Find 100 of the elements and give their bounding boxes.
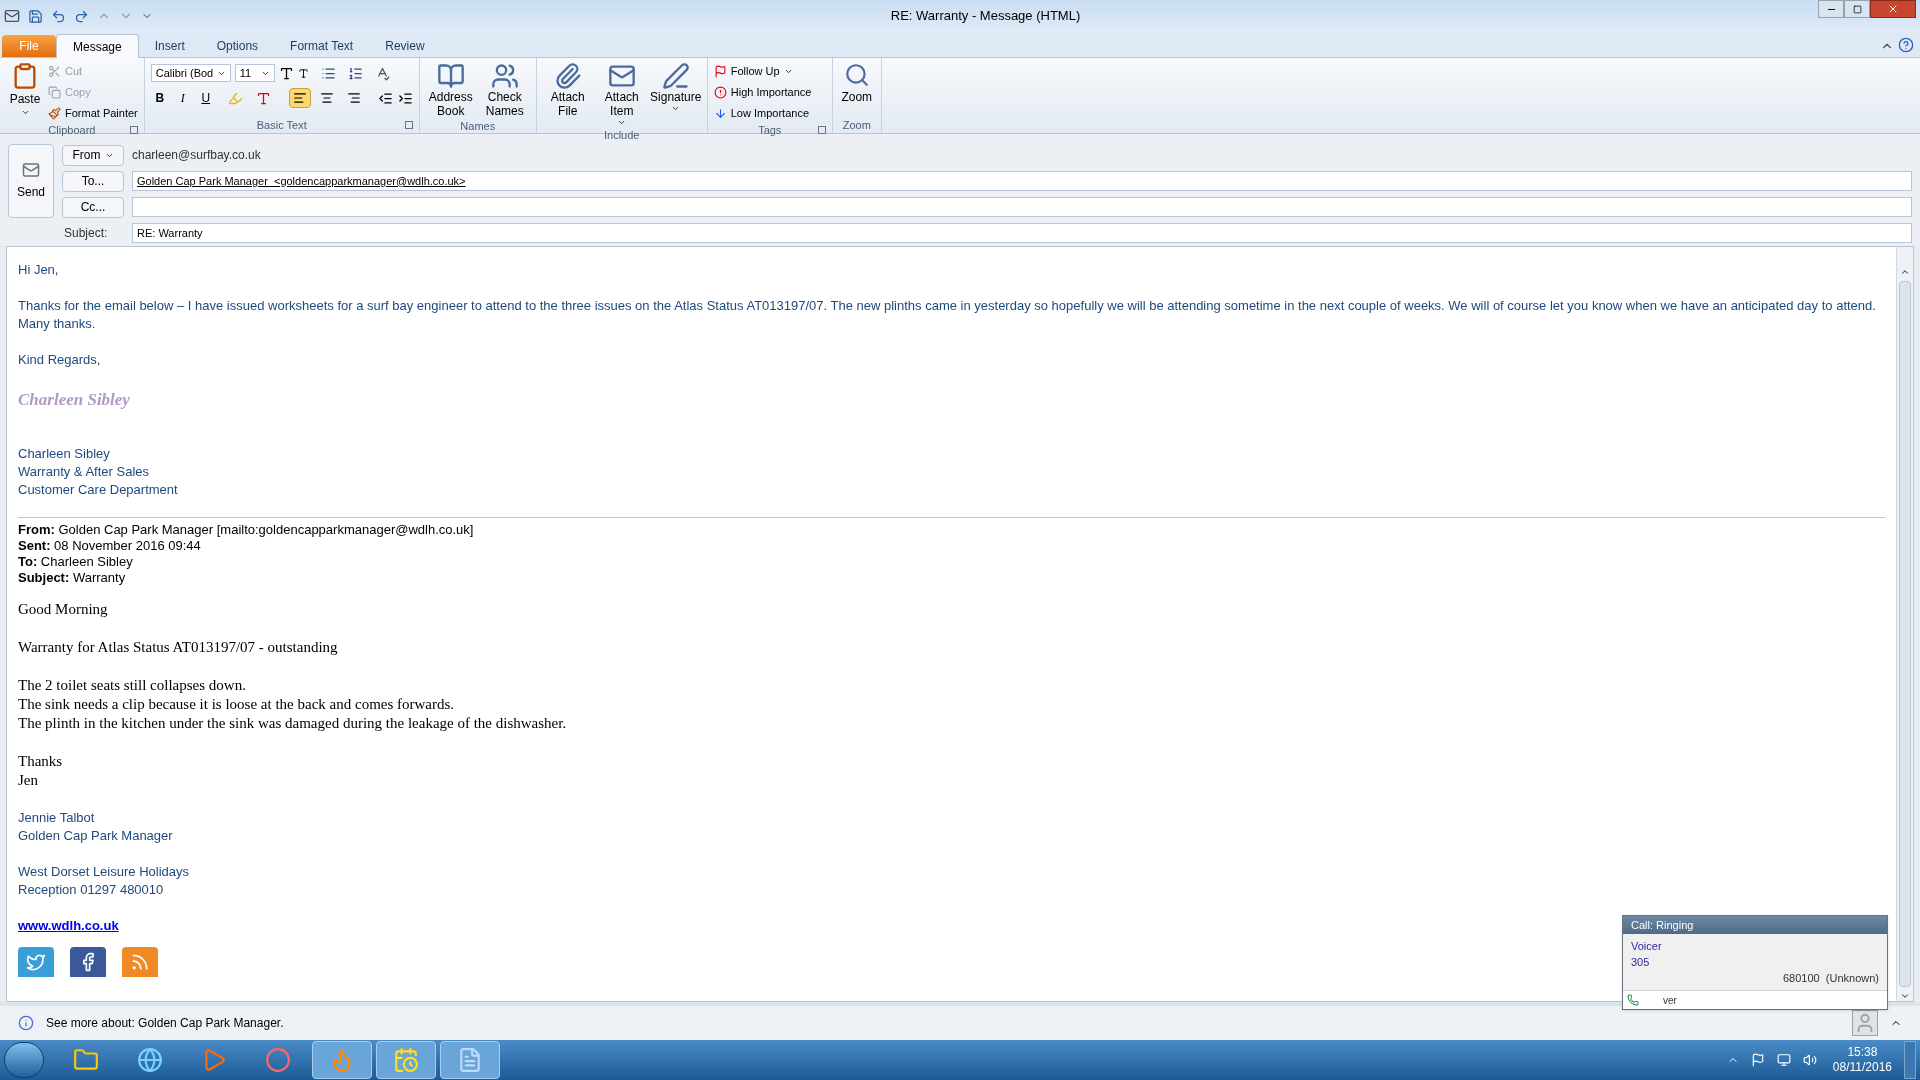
redo-icon[interactable]	[74, 8, 89, 24]
to-field[interactable]: Golden Cap Park Manager <goldencapparkmanager@wdlh.co.uk>	[132, 171, 1912, 191]
help-icon[interactable]	[1898, 37, 1914, 53]
magnifier-icon	[843, 62, 870, 88]
send-button[interactable]: Send	[8, 144, 54, 218]
tag-action[interactable]: Low Importance	[713, 104, 826, 122]
close-icon	[1887, 3, 1899, 15]
quoted-header-line: Sent: 08 November 2016 09:44	[18, 537, 202, 554]
speaker-icon[interactable]	[1802, 1053, 1817, 1067]
network-icon[interactable]	[1776, 1053, 1791, 1067]
bird-icon[interactable]	[18, 946, 54, 977]
ribbon-tab[interactable]: Insert	[138, 35, 201, 57]
signature-text: Charleen Sibley	[18, 389, 131, 411]
body-text: Warranty & After Sales	[18, 462, 150, 481]
cc-button[interactable]: Cc...	[62, 196, 124, 218]
envelope-icon	[22, 161, 40, 179]
quoted-text: Warranty for Atlas Status AT013197/07 - outstanding	[18, 637, 339, 657]
body-text: Charleen Sibley	[18, 444, 111, 463]
popup-title: Call: Ringing	[1631, 917, 1694, 933]
ribbon-tab[interactable]: Format Text	[274, 35, 370, 57]
align-right-icon	[346, 91, 361, 105]
ribbon-tab[interactable]: Message	[56, 34, 139, 58]
font-size-field[interactable]: 11	[234, 64, 275, 82]
ribbon-button[interactable]: Address Book	[425, 62, 476, 118]
font-style-button[interactable]: I	[173, 88, 192, 108]
group-label: Tags	[758, 122, 782, 138]
envelope-icon	[4, 8, 20, 24]
quoted-text: Jen	[18, 770, 39, 790]
restore-button[interactable]	[1844, 0, 1870, 18]
zoom-button[interactable]: Zoom	[838, 62, 875, 106]
caller-number: 680100 (Unknown)	[1782, 971, 1879, 986]
from-button[interactable]: From	[62, 144, 124, 166]
window-title: RE: Warranty - Message (HTML)	[890, 7, 1081, 26]
body-text: Jennie Talbot	[18, 808, 96, 827]
save-icon[interactable]	[28, 8, 43, 24]
ribbon-tab[interactable]: Options	[200, 35, 275, 57]
font-style-button[interactable]: B	[150, 88, 169, 108]
people-pane-text[interactable]: See more about: Golden Cap Park Manager.	[46, 1014, 284, 1032]
quoted-header-line: From: Golden Cap Park Manager [mailto:goldencapparkmanager@wdlh.co.uk]	[18, 521, 475, 538]
flag-icon	[713, 64, 727, 78]
scissors-icon	[48, 64, 61, 78]
group-label: Names	[460, 118, 496, 134]
undo-icon[interactable]	[51, 8, 66, 24]
grow-font-icon[interactable]	[278, 65, 294, 81]
copy-icon	[48, 85, 61, 99]
ribbon-button[interactable]: Check Names	[479, 62, 530, 118]
paperclip-icon	[553, 62, 582, 90]
font-style-button[interactable]: U	[196, 88, 215, 108]
ribbon-tab[interactable]: Review	[369, 35, 441, 57]
pen-icon	[661, 62, 690, 90]
font-color-icon[interactable]	[255, 90, 271, 106]
clock[interactable]: 15:38 08/11/2016	[1832, 1045, 1892, 1075]
popup-footer-text: ver	[1663, 993, 1677, 1008]
start-button[interactable]	[4, 1042, 44, 1078]
numbering-icon[interactable]	[347, 65, 363, 81]
flag-icon[interactable]	[1750, 1053, 1765, 1067]
down-arrow-icon	[713, 106, 727, 120]
bullets-icon[interactable]	[320, 65, 336, 81]
alignment-button[interactable]	[288, 88, 311, 108]
scrollbar[interactable]	[1896, 247, 1913, 1001]
dialog-launcher-icon[interactable]	[404, 121, 413, 129]
quoted-text: Thanks	[18, 751, 64, 771]
body-text: West Dorset Leisure Holidays	[18, 862, 190, 881]
body-text: Hi Jen,	[18, 261, 60, 279]
f-logo-icon[interactable]	[70, 946, 106, 977]
ribbon-button[interactable]: Attach Item	[596, 62, 647, 127]
shrink-font-icon[interactable]	[297, 67, 309, 79]
ribbon-button[interactable]: Attach File	[542, 62, 593, 118]
paste-button[interactable]: Paste	[6, 62, 44, 117]
caret-icon	[20, 108, 30, 117]
increase-indent-icon[interactable]	[397, 90, 413, 106]
paintbrush-icon	[48, 106, 61, 120]
clipboard-action[interactable]: Format Painter	[48, 104, 138, 122]
quoted-text: The 2 toilet seats still collapses down.	[18, 675, 247, 695]
restore-icon	[1852, 4, 1862, 14]
quoted-text: The plinth in the kitchen under the sink was damaged during the leakage of the dishwasher.	[18, 713, 568, 733]
group-label: Include	[604, 127, 640, 143]
cc-field[interactable]	[132, 197, 1912, 217]
exclamation-icon	[713, 85, 727, 99]
group-label: Zoom	[842, 117, 871, 133]
align-left-icon	[292, 91, 307, 105]
tag-action[interactable]: Follow Up	[713, 62, 826, 80]
scroll-down-icon[interactable]	[1900, 991, 1910, 1001]
phone-icon	[1627, 994, 1639, 1006]
quoted-header-line: Subject: Warranty	[18, 569, 127, 586]
to-button[interactable]: To...	[62, 170, 124, 192]
rss-icon[interactable]	[122, 946, 158, 977]
quoted-header-line: To: Charleen Sibley	[18, 553, 134, 570]
body-text: Reception 01297 480010	[18, 880, 165, 899]
scroll-up-icon[interactable]	[1900, 267, 1910, 277]
group-label: Clipboard	[48, 122, 96, 138]
decrease-indent-icon[interactable]	[377, 90, 393, 106]
body-text: Customer Care Department	[18, 480, 179, 499]
font-name-field[interactable]: Calibri (Bod	[150, 64, 231, 82]
quoted-text: The sink needs a clip because it is loose at the back and comes forwards.	[18, 694, 456, 714]
website-link[interactable]: www.wdlh.co.uk	[18, 917, 119, 933]
caller-extension: 305	[1631, 955, 1651, 970]
ribbon-button[interactable]: Signature	[650, 62, 701, 113]
tag-action[interactable]: High Importance	[713, 83, 826, 101]
subject-field[interactable]: RE: Warranty	[132, 223, 1912, 243]
